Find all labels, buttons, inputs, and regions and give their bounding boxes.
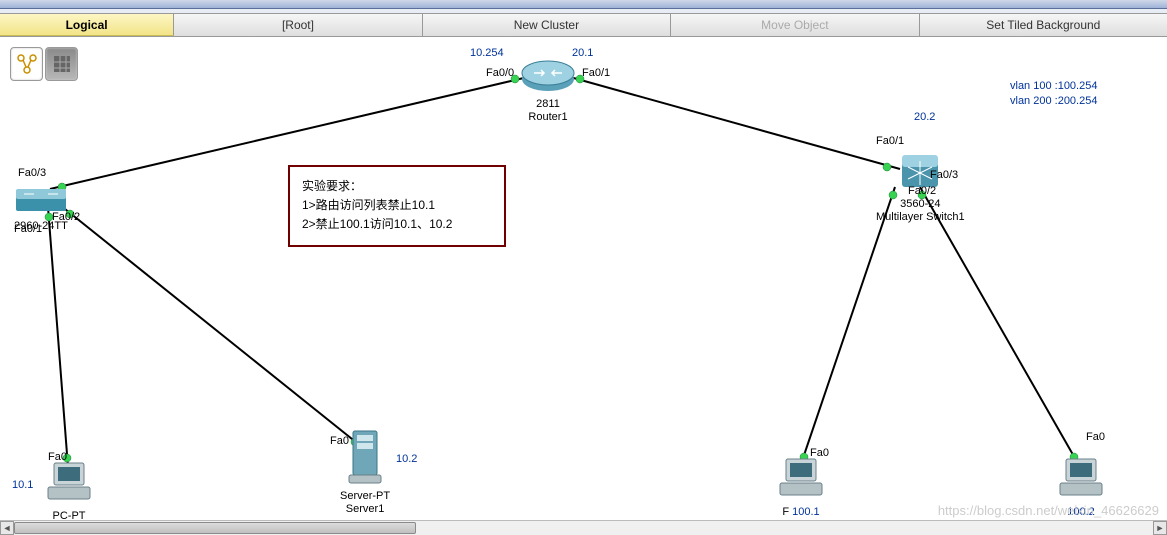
pc200-port: Fa0 xyxy=(1086,431,1105,443)
req-line2: 2>禁止100.1访问10.1、10.2 xyxy=(302,215,492,234)
switch-right-port-l: Fa0/2 xyxy=(908,185,936,197)
router-port-right: Fa0/1 xyxy=(582,67,610,79)
device-pc-100[interactable]: F 100.1vlan 100 xyxy=(776,457,826,524)
device-pc-left[interactable]: PC-PT xyxy=(44,461,94,523)
titlebar xyxy=(0,0,1167,9)
scroll-thumb[interactable] xyxy=(14,522,416,534)
switch-left-port-up: Fa0/3 xyxy=(18,167,46,179)
scroll-left-arrow[interactable]: ◄ xyxy=(0,521,14,535)
tab-new-cluster[interactable]: New Cluster xyxy=(423,14,671,36)
app-window: Logical [Root] New Cluster Move Object S… xyxy=(0,0,1167,535)
device-router[interactable]: 2811Router1 xyxy=(520,57,576,124)
scroll-right-arrow[interactable]: ► xyxy=(1153,521,1167,535)
watermark: https://blog.csdn.net/weixin_46626629 xyxy=(938,503,1159,518)
vlan-note-1: vlan 100 :100.254 xyxy=(1010,80,1097,92)
switch-right-ip: 20.2 xyxy=(914,111,935,123)
vlan-note-2: vlan 200 :200.254 xyxy=(1010,95,1097,107)
router-model: 2811 xyxy=(536,98,560,110)
topology-canvas[interactable]: 2811Router1 10.254 20.1 Fa0/0 Fa0/1 2960… xyxy=(0,37,1167,524)
horizontal-scrollbar[interactable]: ◄ ► xyxy=(0,520,1167,535)
links-layer xyxy=(0,37,1167,524)
router-ip-left: 10.254 xyxy=(470,47,504,59)
pc100-port: Fa0 xyxy=(810,447,829,459)
tab-set-bg[interactable]: Set Tiled Background xyxy=(920,14,1167,36)
tab-root[interactable]: [Root] xyxy=(174,14,422,36)
router-ip-right: 20.1 xyxy=(572,47,593,59)
req-line1: 1>路由访问列表禁止10.1 xyxy=(302,196,492,215)
vlan-note: vlan 100 :100.254 vlan 200 :200.254 xyxy=(1010,79,1097,110)
pc-left-port: Fa0 xyxy=(48,451,67,463)
pc-left-ip: 10.1 xyxy=(12,479,33,491)
switch-right-name: Multilayer Switch1 xyxy=(876,211,965,223)
tab-logical[interactable]: Logical xyxy=(0,14,174,36)
tab-move-object: Move Object xyxy=(671,14,919,36)
view-tabbar: Logical [Root] New Cluster Move Object S… xyxy=(0,14,1167,37)
req-title: 实验要求： xyxy=(302,177,492,196)
router-port-left: Fa0/0 xyxy=(486,67,514,79)
switch-right-port-rtr: Fa0/1 xyxy=(876,135,904,147)
switch-left-port-srv: Fa0/2 xyxy=(52,211,80,223)
server-model: Server-PT xyxy=(340,490,390,502)
server-ip: 10.2 xyxy=(396,453,417,465)
requirements-box: 实验要求： 1>路由访问列表禁止10.1 2>禁止100.1访问10.1、10.… xyxy=(288,165,506,247)
server-port: Fa0 xyxy=(330,435,349,447)
pc100-prefix: F xyxy=(782,506,789,518)
switch-right-port-r: Fa0/3 xyxy=(930,169,958,181)
server-name: Server1 xyxy=(346,503,385,515)
pc100-ip: 100.1 xyxy=(792,506,820,518)
switch-left-port-pc: Fa0/1 xyxy=(14,223,42,235)
router-name: Router1 xyxy=(528,111,567,123)
switch-right-model: 3560-24 xyxy=(900,198,940,210)
